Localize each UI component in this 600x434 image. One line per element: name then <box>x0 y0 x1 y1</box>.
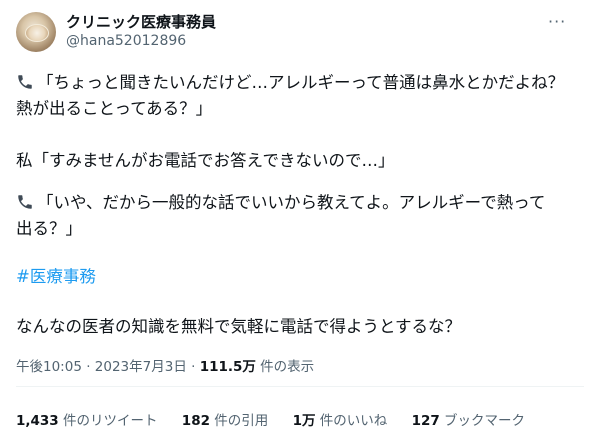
tweet-line: 「いや、だから一般的な話でいいから教えてよ。アレルギーで熱って <box>16 190 545 216</box>
divider <box>16 386 584 387</box>
phone-icon <box>18 195 32 209</box>
quotes-count: 182 <box>181 413 210 429</box>
tweet-text-3: 私「すみませんがお電話でお答えできないので…」 <box>16 151 395 170</box>
retweets-stat[interactable]: 1,433 件のリツイート <box>16 413 158 429</box>
retweets-label: 件のリツイート <box>58 413 158 429</box>
tweet-text-4: 「いや、だから一般的な話でいいから教えてよ。アレルギーで熱って <box>37 193 546 212</box>
timestamp[interactable]: 午後10:05 · 2023年7月3日 · <box>16 359 200 375</box>
author-name[interactable]: クリニック医療事務員 <box>66 11 216 32</box>
bookmarks-label: ブックマーク <box>439 413 526 429</box>
engagement-stats: 1,433 件のリツイート 182 件の引用 1万 件のいいね 127 ブックマ… <box>16 409 545 429</box>
tweet-text-5: 出る？」 <box>16 219 82 238</box>
likes-stat[interactable]: 1万 件のいいね <box>293 413 388 429</box>
likes-count: 1万 <box>292 413 316 429</box>
likes-label: 件のいいね <box>315 413 388 429</box>
tweet-text-2: 熱が出ることってある？」 <box>16 99 213 118</box>
bookmarks-stat[interactable]: 127 ブックマーク <box>412 413 525 429</box>
retweets-count: 1,433 <box>16 413 59 429</box>
tweet-meta: 午後10:05 · 2023年7月3日 · 111.5万 件の表示 <box>16 355 314 375</box>
avatar[interactable] <box>16 12 56 52</box>
author-handle[interactable]: @hana52012896 <box>66 33 186 49</box>
tweet-text-6: なんなの医者の知識を無料で気軽に電話で得ようとするな？ <box>16 317 462 336</box>
phone-icon <box>18 75 32 89</box>
quotes-label: 件の引用 <box>209 413 269 429</box>
view-label: 件の表示 <box>255 359 315 375</box>
tweet-text-1: 「ちょっと聞きたいんだけど…アレルギーって普通は鼻水とかだよね？ <box>37 73 565 92</box>
hashtag-link[interactable]: #医療事務 <box>16 264 96 290</box>
bookmarks-count: 127 <box>411 413 440 429</box>
quotes-stat[interactable]: 182 件の引用 <box>182 413 268 429</box>
more-options-icon[interactable]: ··· <box>548 12 566 31</box>
tweet-line: 「ちょっと聞きたいんだけど…アレルギーって普通は鼻水とかだよね？ <box>16 70 564 96</box>
view-count: 111.5万 <box>199 359 256 375</box>
